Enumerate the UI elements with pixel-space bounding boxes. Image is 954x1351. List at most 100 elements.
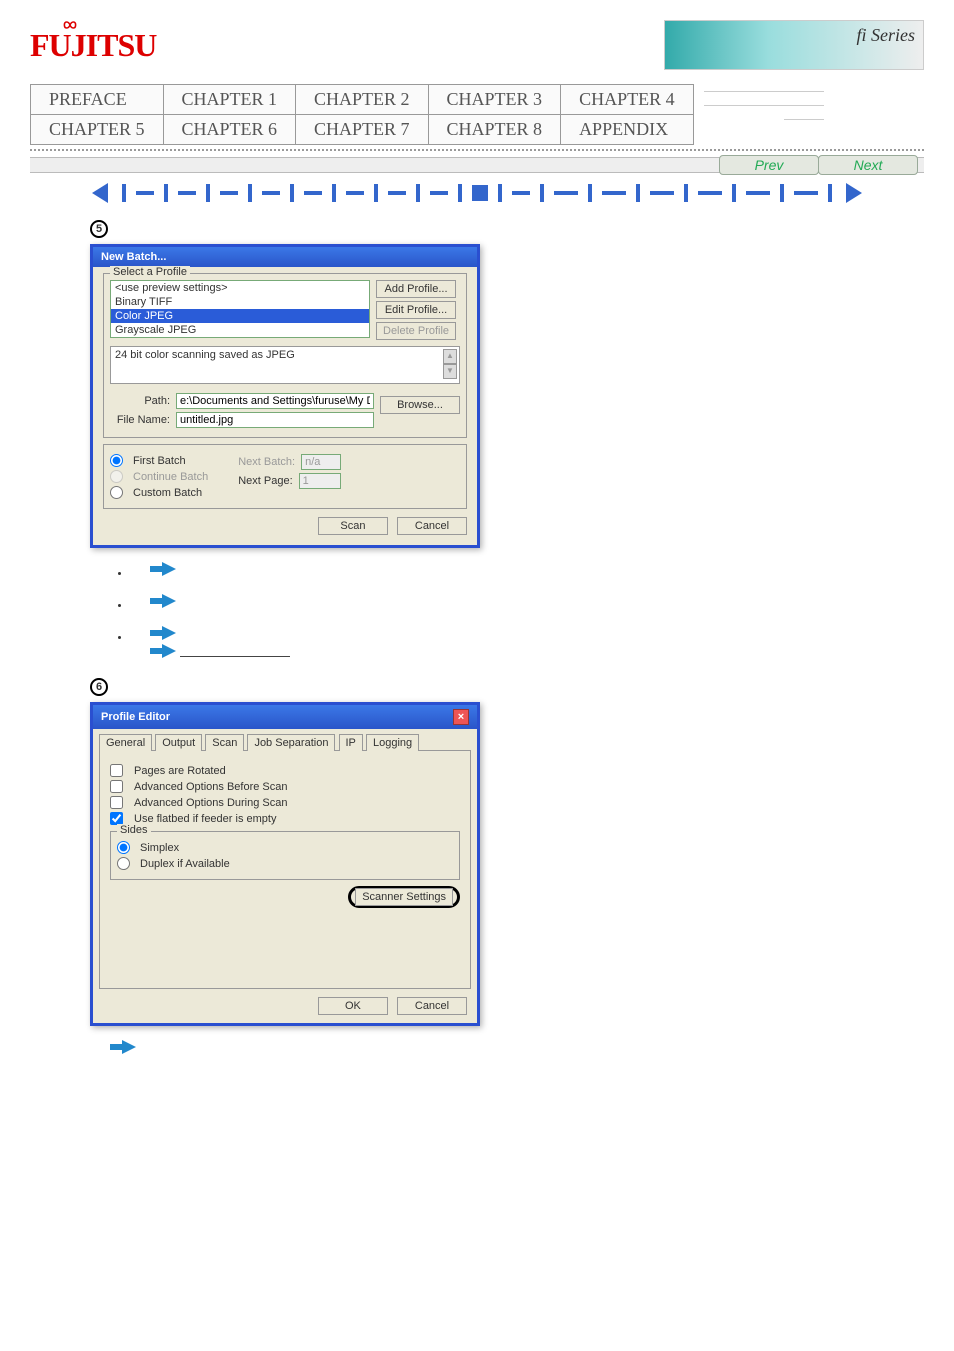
add-profile-button[interactable]: Add Profile... bbox=[376, 280, 456, 298]
tab-chapter7[interactable]: CHAPTER 7 bbox=[296, 115, 429, 145]
first-batch-radio[interactable] bbox=[110, 454, 123, 467]
profile-item-binary[interactable]: Binary TIFF bbox=[111, 295, 369, 309]
next-page-input bbox=[299, 473, 341, 489]
slider-tick bbox=[828, 184, 832, 202]
browse-button[interactable]: Browse... bbox=[380, 396, 460, 414]
next-page-label: Next Page: bbox=[238, 475, 292, 487]
tab-logging[interactable]: Logging bbox=[366, 734, 419, 751]
adv-during-label: Advanced Options During Scan bbox=[134, 797, 287, 809]
tab-chapter8[interactable]: CHAPTER 8 bbox=[428, 115, 561, 145]
arrow-right-icon bbox=[150, 594, 176, 608]
duplex-radio[interactable] bbox=[117, 857, 130, 870]
adv-during-checkbox[interactable] bbox=[110, 796, 123, 809]
adv-before-checkbox[interactable] bbox=[110, 780, 123, 793]
profile-item-grayscale[interactable]: Grayscale JPEG bbox=[111, 323, 369, 337]
link-placeholder[interactable] bbox=[180, 646, 290, 657]
slider-next-icon[interactable] bbox=[846, 183, 862, 203]
fujitsu-logo: FUJITSU bbox=[30, 27, 156, 64]
edit-profile-button[interactable]: Edit Profile... bbox=[376, 301, 456, 319]
sides-label: Sides bbox=[117, 824, 151, 836]
cancel-button[interactable]: Cancel bbox=[397, 517, 467, 535]
file-name-input[interactable] bbox=[176, 412, 374, 428]
profile-editor-tabs: General Output Scan Job Separation IP Lo… bbox=[93, 729, 477, 750]
slider-tick bbox=[540, 184, 544, 202]
scan-button[interactable]: Scan bbox=[318, 517, 388, 535]
step-6-marker: 6 bbox=[90, 678, 108, 696]
tab-general[interactable]: General bbox=[99, 734, 152, 751]
ok-button[interactable]: OK bbox=[318, 997, 388, 1015]
scanner-settings-highlight: Scanner Settings bbox=[348, 886, 460, 908]
arrow-right-icon bbox=[110, 1040, 136, 1054]
select-profile-label: Select a Profile bbox=[110, 266, 190, 278]
tab-chapter3[interactable]: CHAPTER 3 bbox=[428, 85, 561, 115]
next-batch-input bbox=[301, 454, 341, 470]
profile-description-text: 24 bit color scanning saved as JPEG bbox=[115, 349, 295, 361]
tab-output[interactable]: Output bbox=[155, 734, 202, 751]
close-icon[interactable]: × bbox=[453, 709, 469, 725]
tab-chapter1[interactable]: CHAPTER 1 bbox=[163, 85, 296, 115]
profile-item-preview[interactable]: <use preview settings> bbox=[111, 281, 369, 295]
simplex-radio[interactable] bbox=[117, 841, 130, 854]
slider-tick bbox=[498, 184, 502, 202]
slider-tick bbox=[636, 184, 640, 202]
scanner-settings-button[interactable]: Scanner Settings bbox=[355, 888, 453, 906]
logo-text: FUJITSU bbox=[30, 27, 156, 63]
tab-scan[interactable]: Scan bbox=[205, 734, 244, 751]
path-input[interactable] bbox=[176, 393, 374, 409]
logo-infinity-icon bbox=[62, 17, 78, 33]
tab-job-separation[interactable]: Job Separation bbox=[247, 734, 335, 751]
tab-chapter2[interactable]: CHAPTER 2 bbox=[296, 85, 429, 115]
next-button[interactable]: Next bbox=[818, 155, 918, 175]
profile-listbox[interactable]: <use preview settings> Binary TIFF Color… bbox=[110, 280, 370, 338]
slider-tick bbox=[732, 184, 736, 202]
pages-rotated-checkbox[interactable] bbox=[110, 764, 123, 777]
slider-dash bbox=[650, 191, 674, 195]
slider-thumb[interactable] bbox=[472, 185, 488, 201]
profile-editor-titlebar[interactable]: Profile Editor × bbox=[93, 705, 477, 729]
pages-rotated-label: Pages are Rotated bbox=[134, 765, 226, 777]
tab-ip[interactable]: IP bbox=[339, 734, 363, 751]
new-batch-titlebar[interactable]: New Batch... bbox=[93, 247, 477, 267]
slider-tick bbox=[458, 184, 462, 202]
cancel-button-2[interactable]: Cancel bbox=[397, 997, 467, 1015]
custom-batch-radio[interactable] bbox=[110, 486, 123, 499]
path-label: Path: bbox=[110, 395, 170, 407]
arrow-right-icon bbox=[150, 644, 176, 658]
side-link-3[interactable] bbox=[784, 106, 824, 120]
slider-tick bbox=[164, 184, 168, 202]
slider-dash bbox=[346, 191, 364, 195]
arrow-right-icon bbox=[150, 562, 176, 576]
profile-description: 24 bit color scanning saved as JPEG ▲▼ bbox=[110, 346, 460, 384]
slider-dash bbox=[554, 191, 578, 195]
page-slider[interactable] bbox=[30, 183, 924, 206]
slider-dash bbox=[602, 191, 626, 195]
prev-button[interactable]: Prev bbox=[719, 155, 819, 175]
tab-appendix[interactable]: APPENDIX bbox=[561, 115, 694, 145]
bullet-1 bbox=[130, 562, 924, 576]
description-scroll[interactable]: ▲▼ bbox=[443, 349, 457, 379]
slider-tick bbox=[374, 184, 378, 202]
slider-dash bbox=[512, 191, 530, 195]
profile-item-color[interactable]: Color JPEG bbox=[111, 309, 369, 323]
side-link-1[interactable] bbox=[704, 78, 824, 92]
slider-tick bbox=[248, 184, 252, 202]
slider-tick bbox=[684, 184, 688, 202]
slider-dash bbox=[304, 191, 322, 195]
tab-preface[interactable]: PREFACE bbox=[31, 85, 164, 115]
custom-batch-label: Custom Batch bbox=[133, 487, 202, 499]
tab-chapter6[interactable]: CHAPTER 6 bbox=[163, 115, 296, 145]
next-batch-label: Next Batch: bbox=[238, 456, 295, 468]
step-5-marker: 5 bbox=[90, 220, 108, 238]
use-flatbed-label: Use flatbed if feeder is empty bbox=[134, 813, 276, 825]
slider-tick bbox=[780, 184, 784, 202]
slider-dash bbox=[794, 191, 818, 195]
slider-tick bbox=[332, 184, 336, 202]
tab-chapter5[interactable]: CHAPTER 5 bbox=[31, 115, 164, 145]
slider-dash bbox=[388, 191, 406, 195]
slider-prev-icon[interactable] bbox=[92, 183, 108, 203]
new-batch-dialog: New Batch... Select a Profile <use previ… bbox=[90, 244, 480, 548]
side-link-2[interactable] bbox=[704, 92, 824, 106]
tab-chapter4[interactable]: CHAPTER 4 bbox=[561, 85, 694, 115]
first-batch-label: First Batch bbox=[133, 455, 186, 467]
chapter-tabs: PREFACE CHAPTER 1 CHAPTER 2 CHAPTER 3 CH… bbox=[30, 84, 694, 145]
